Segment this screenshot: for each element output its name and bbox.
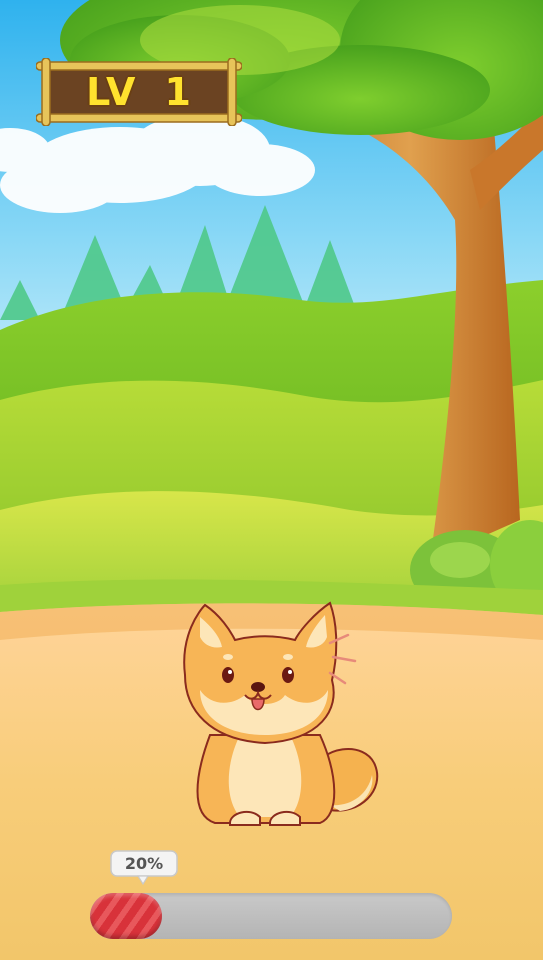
level-label: LV 1 [36, 58, 242, 126]
level-prefix: LV [86, 70, 137, 114]
shiba-pet[interactable] [170, 595, 390, 835]
level-sign: LV 1 [35, 57, 243, 127]
level-number: 1 [164, 70, 192, 114]
progress-bar [90, 893, 452, 939]
progress-tooltip: 20% [110, 850, 178, 886]
progress-percent: 20% [124, 853, 164, 873]
progress-bar-fill [90, 893, 162, 939]
